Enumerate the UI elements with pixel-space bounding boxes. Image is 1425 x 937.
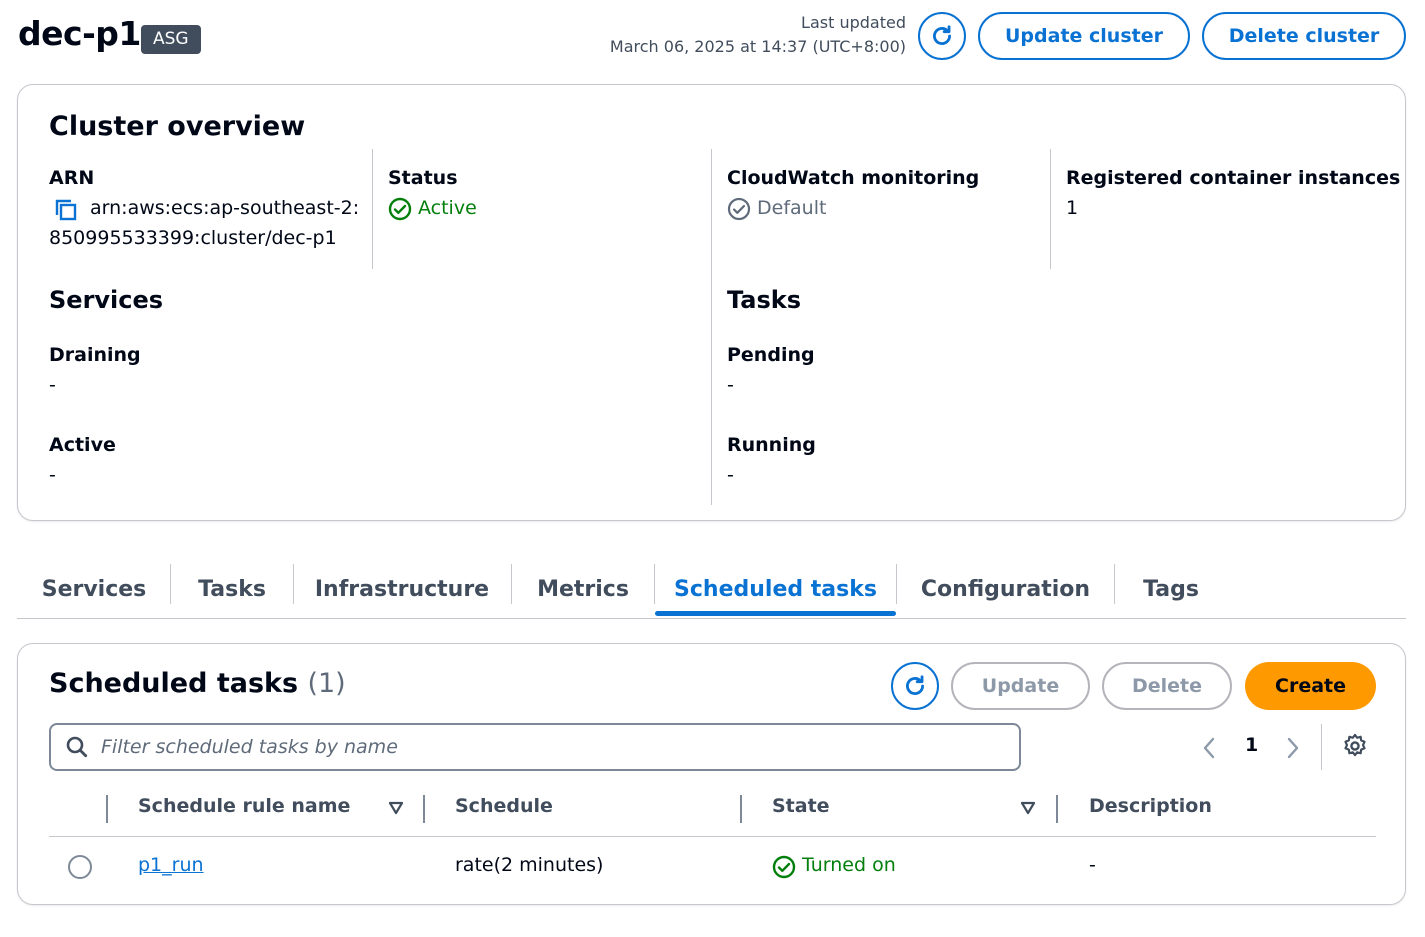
refresh-icon	[906, 675, 924, 695]
tab-divider	[293, 564, 294, 604]
column-divider	[711, 149, 712, 505]
delete-cluster-button[interactable]: Delete cluster	[1202, 12, 1406, 60]
search-icon	[66, 736, 88, 758]
running-label: Running	[727, 434, 816, 456]
registered-instances-label: Registered container instances	[1066, 167, 1401, 189]
cloudwatch-value: Default	[757, 197, 827, 219]
tab-scheduled-tasks[interactable]: Scheduled tasks	[655, 560, 896, 618]
caret-down-icon[interactable]	[388, 800, 404, 820]
create-scheduled-task-button[interactable]: Create	[1245, 662, 1376, 710]
description-value: -	[1089, 854, 1096, 876]
last-updated-time: March 06, 2025 at 14:37 (UTC+8:00)	[609, 37, 906, 56]
pending-value: -	[727, 374, 734, 396]
draining-label: Draining	[49, 344, 141, 366]
table-header-divider	[49, 836, 1376, 837]
search-box	[49, 723, 1021, 771]
tab-tasks[interactable]: Tasks	[181, 560, 283, 618]
refresh-scheduled-tasks-button[interactable]	[891, 662, 939, 710]
scheduled-tasks-title: Scheduled tasks (1)	[49, 668, 346, 699]
running-value: -	[727, 464, 734, 486]
update-scheduled-task-button[interactable]: Update	[951, 662, 1090, 710]
check-circle-icon	[388, 197, 412, 225]
active-services-label: Active	[49, 434, 116, 456]
column-header-rule-name[interactable]: Schedule rule name	[138, 795, 350, 817]
caret-down-icon[interactable]	[1020, 800, 1036, 820]
services-section-title: Services	[49, 286, 164, 314]
tab-divider	[511, 564, 512, 604]
cluster-overview-panel: Cluster overview ARN arn:aws:ecs:ap-sout…	[17, 84, 1406, 521]
search-input[interactable]	[101, 736, 981, 758]
row-select-radio[interactable]	[68, 855, 92, 879]
tab-divider	[896, 564, 897, 604]
draining-value: -	[49, 374, 56, 396]
schedule-rule-name-link[interactable]: p1_run	[138, 854, 204, 876]
gear-icon[interactable]	[1342, 733, 1368, 763]
refresh-cluster-button[interactable]	[918, 12, 966, 60]
active-services-value: -	[49, 464, 56, 486]
tab-divider	[170, 564, 171, 604]
tab-configuration[interactable]: Configuration	[907, 560, 1104, 618]
chevron-left-icon[interactable]	[1200, 736, 1218, 764]
column-divider	[423, 795, 425, 823]
copy-icon[interactable]	[54, 198, 78, 226]
tab-tags[interactable]: Tags	[1125, 560, 1217, 618]
scheduled-tasks-panel: Scheduled tasks (1) Update Delete Create…	[17, 643, 1406, 905]
state-value: Turned on	[802, 854, 896, 876]
arn-value-line2: 850995533399:cluster/dec-p1	[49, 227, 337, 249]
column-header-schedule: Schedule	[455, 795, 553, 817]
column-divider	[372, 149, 373, 269]
column-header-description: Description	[1089, 795, 1212, 817]
status-label: Status	[388, 167, 458, 189]
delete-scheduled-task-button[interactable]: Delete	[1102, 662, 1232, 710]
arn-label: ARN	[49, 167, 95, 189]
refresh-icon	[933, 25, 951, 45]
tab-services[interactable]: Services	[29, 560, 159, 618]
cluster-tabs: Services Tasks Infrastructure Metrics Sc…	[17, 560, 1406, 619]
tab-infrastructure[interactable]: Infrastructure	[304, 560, 500, 618]
overview-title: Cluster overview	[49, 111, 306, 142]
pending-label: Pending	[727, 344, 815, 366]
page-title: dec-p1	[18, 14, 141, 53]
check-circle-icon	[772, 855, 796, 883]
scheduled-tasks-count: (1)	[307, 668, 346, 699]
column-divider	[1050, 149, 1051, 269]
tab-divider	[1114, 564, 1115, 604]
arn-value-line1: arn:aws:ecs:ap-southeast-2:	[90, 197, 360, 219]
tasks-section-title: Tasks	[727, 286, 802, 314]
registered-instances-value: 1	[1066, 197, 1079, 219]
column-divider	[106, 795, 108, 823]
chevron-right-icon[interactable]	[1284, 736, 1302, 764]
status-value: Active	[418, 197, 477, 219]
column-divider	[1056, 795, 1058, 823]
active-tab-indicator	[655, 611, 896, 616]
check-circle-icon	[727, 197, 751, 225]
pager-divider	[1321, 724, 1322, 770]
last-updated-label: Last updated	[801, 13, 906, 32]
page-number[interactable]: 1	[1245, 734, 1258, 756]
capacity-badge: ASG	[141, 25, 201, 54]
column-divider	[740, 795, 742, 823]
page-header: dec-p1 ASG Last updated March 06, 2025 a…	[0, 0, 1425, 80]
column-header-state[interactable]: State	[772, 795, 830, 817]
scheduled-tasks-heading: Scheduled tasks	[49, 668, 299, 699]
update-cluster-button[interactable]: Update cluster	[978, 12, 1190, 60]
cloudwatch-label: CloudWatch monitoring	[727, 167, 980, 189]
tab-metrics[interactable]: Metrics	[522, 560, 644, 618]
schedule-value: rate(2 minutes)	[455, 854, 604, 876]
